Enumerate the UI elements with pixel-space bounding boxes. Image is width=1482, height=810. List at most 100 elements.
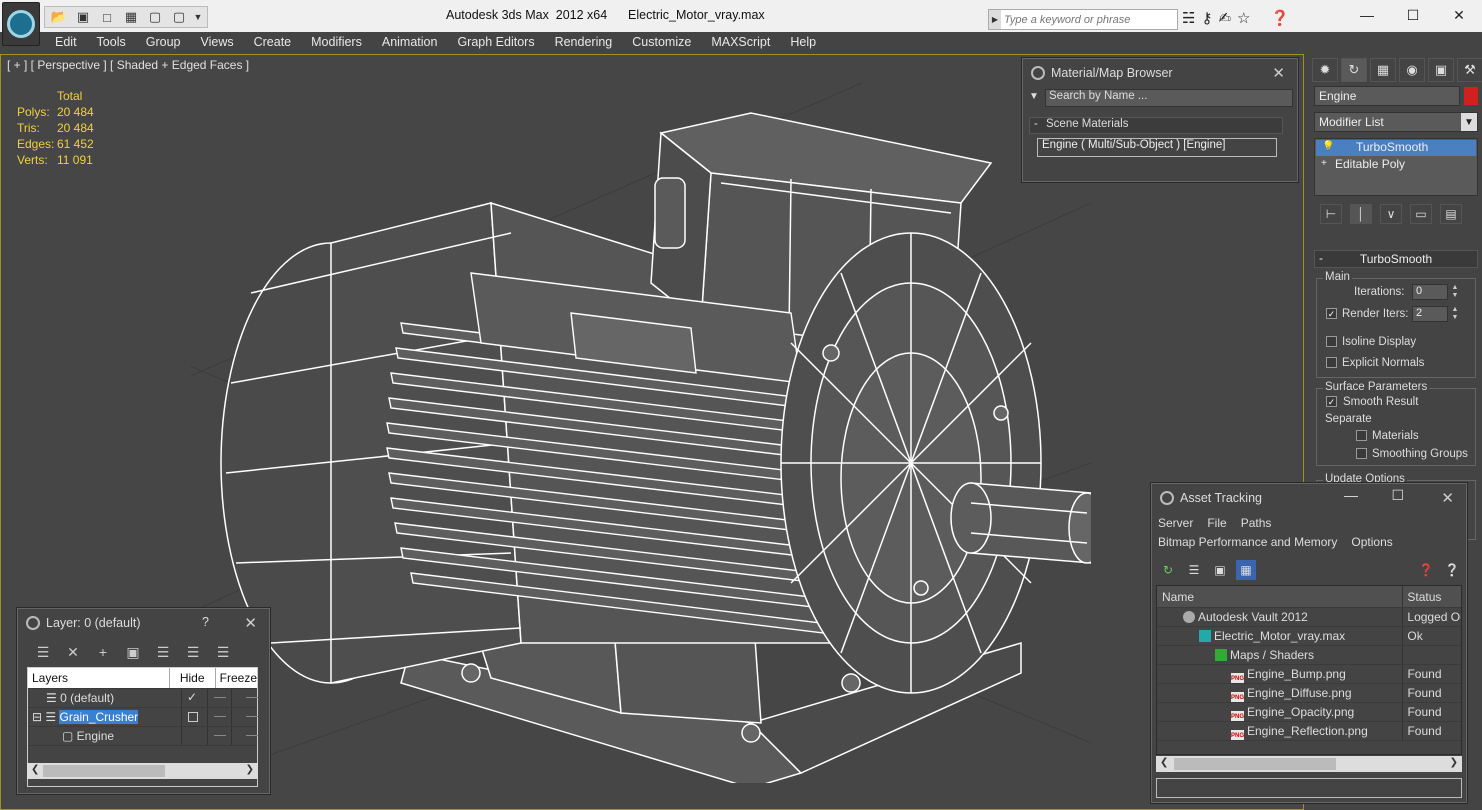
object-name-field[interactable]: Engine xyxy=(1314,86,1460,106)
refresh-icon[interactable]: ↻ xyxy=(1158,560,1178,580)
menu-bitmap-performance[interactable]: Bitmap Performance and Memory xyxy=(1158,535,1337,549)
menu-customize[interactable]: Customize xyxy=(621,32,700,54)
undo-icon[interactable]: ▢ xyxy=(144,8,166,26)
asset-tracking-titlebar[interactable]: Asset Tracking — ☐ ✕ xyxy=(1152,484,1466,512)
list-view-icon[interactable]: ☰ xyxy=(1184,560,1204,580)
menu-create[interactable]: Create xyxy=(243,32,301,54)
pin-stack-icon[interactable]: ⊢ xyxy=(1320,204,1342,224)
layer-row[interactable]: ☰ 0 (default) ✓ xyxy=(28,689,258,708)
delete-layer-icon[interactable]: ✕ xyxy=(62,643,84,661)
modifier-list-dropdown[interactable]: Modifier List ▼ xyxy=(1314,112,1478,132)
asset-row[interactable]: PNG Engine_Diffuse.png Found xyxy=(1157,684,1461,703)
current-layer-toggle[interactable]: ✓ xyxy=(182,689,208,707)
stack-item-editable-poly[interactable]: + Editable Poly xyxy=(1315,157,1477,173)
smooth-result-checkbox[interactable]: ✓ xyxy=(1326,396,1337,407)
dropdown-arrow-icon[interactable]: ▼ xyxy=(192,8,204,26)
expand-plus-icon[interactable]: + xyxy=(1321,158,1327,169)
menu-views[interactable]: Views xyxy=(189,32,242,54)
asset-path-field[interactable] xyxy=(1156,778,1462,798)
column-status-header[interactable]: Status xyxy=(1403,586,1461,607)
show-end-result-icon[interactable]: │ xyxy=(1350,204,1372,224)
help-icon[interactable]: ❓ xyxy=(1416,560,1436,580)
asset-row[interactable]: PNG Engine_Opacity.png Found xyxy=(1157,703,1461,722)
asset-row[interactable]: PNG Engine_Reflection.png Found xyxy=(1157,722,1461,741)
layer-horizontal-scrollbar[interactable]: ❮ ❯ xyxy=(27,763,258,779)
maximize-icon[interactable]: ☐ xyxy=(1391,487,1404,504)
help-button[interactable]: ? xyxy=(202,615,209,629)
spinner-arrows-icon[interactable]: ▲ ▼ xyxy=(1450,306,1460,322)
asset-row[interactable]: Electric_Motor_vray.max Ok xyxy=(1157,627,1461,646)
asset-row[interactable]: Autodesk Vault 2012 Logged Out xyxy=(1157,608,1461,627)
menu-modifiers[interactable]: Modifiers xyxy=(300,32,371,54)
menu-options[interactable]: Options xyxy=(1351,535,1392,549)
create-layer-icon[interactable]: ☰ xyxy=(32,643,54,661)
table-view-icon[interactable]: ▦ xyxy=(1236,560,1256,580)
scrollbar-thumb[interactable] xyxy=(1174,758,1336,770)
save-icon[interactable]: ▣ xyxy=(72,8,94,26)
context-help-icon[interactable]: ❔ xyxy=(1442,560,1462,580)
stack-item-turbosmooth[interactable]: 💡 TurboSmooth xyxy=(1316,140,1476,156)
menu-help[interactable]: Help xyxy=(779,32,825,54)
binoculars-icon[interactable]: ☵ xyxy=(1182,9,1195,27)
create-tab-icon[interactable]: ✹ xyxy=(1312,58,1338,82)
close-icon[interactable]: ✕ xyxy=(244,614,257,632)
column-hide-header[interactable]: Hide xyxy=(170,668,216,688)
scrollbar-thumb[interactable] xyxy=(43,765,165,777)
scroll-left-icon[interactable]: ❮ xyxy=(31,764,39,775)
scroll-right-icon[interactable]: ❯ xyxy=(246,764,254,775)
expand-arrow-icon[interactable]: ▶ xyxy=(989,10,1001,29)
hide-toggle[interactable] xyxy=(208,708,232,726)
column-layers-header[interactable]: Layers xyxy=(28,668,170,688)
asset-row[interactable]: Maps / Shaders xyxy=(1157,646,1461,665)
help-icon[interactable]: ❓ xyxy=(1270,9,1289,27)
isoline-display-checkbox[interactable] xyxy=(1326,336,1337,347)
make-unique-icon[interactable]: ∨ xyxy=(1380,204,1402,224)
lightbulb-icon[interactable]: 💡 xyxy=(1322,141,1334,152)
project-folder-icon[interactable]: ▦ xyxy=(120,8,142,26)
redo-icon[interactable]: ▢ xyxy=(168,8,190,26)
hierarchy-tab-icon[interactable]: ▦ xyxy=(1370,58,1396,82)
menu-group[interactable]: Group xyxy=(135,32,190,54)
viewport-label[interactable]: [ + ] [ Perspective ] [ Shaded + Edged F… xyxy=(7,58,249,72)
layer-row[interactable]: ⊟ ☰ Grain_Crusher xyxy=(28,708,258,727)
freeze-all-icon[interactable]: ☰ xyxy=(212,643,234,661)
render-iters-checkbox[interactable]: ✓ xyxy=(1326,308,1337,319)
asset-row[interactable]: PNG Engine_Bump.png Found xyxy=(1157,665,1461,684)
layer-row[interactable]: ▢ Engine xyxy=(28,727,258,746)
menu-file[interactable]: File xyxy=(1207,516,1226,530)
minimize-icon[interactable]: — xyxy=(1344,4,1390,26)
material-search-input[interactable]: Search by Name ... xyxy=(1045,89,1293,107)
render-iters-spinner[interactable]: 2 xyxy=(1412,306,1448,322)
menu-animation[interactable]: Animation xyxy=(371,32,447,54)
close-icon[interactable]: ✕ xyxy=(1441,489,1454,507)
column-freeze-header[interactable]: Freeze xyxy=(216,668,257,688)
configure-sets-icon[interactable]: ▤ xyxy=(1440,204,1462,224)
modify-tab-icon[interactable]: ↻ xyxy=(1341,58,1367,82)
menu-maxscript[interactable]: MAXScript xyxy=(700,32,779,54)
asset-horizontal-scrollbar[interactable]: ❮ ❯ xyxy=(1156,756,1462,772)
material-browser-titlebar[interactable]: Material/Map Browser ✕ xyxy=(1023,59,1297,87)
highlight-layer-icon[interactable]: ☰ xyxy=(152,643,174,661)
select-objects-icon[interactable]: ▣ xyxy=(122,643,144,661)
iterations-spinner[interactable]: 0 xyxy=(1412,284,1448,300)
utilities-tab-icon[interactable]: ⚒ xyxy=(1457,58,1482,82)
object-color-swatch[interactable] xyxy=(1464,87,1478,105)
close-icon[interactable]: ✕ xyxy=(1436,4,1482,26)
freeze-toggle[interactable] xyxy=(232,689,258,707)
menu-paths[interactable]: Paths xyxy=(1241,516,1272,530)
communication-icon[interactable]: ✍ xyxy=(1218,9,1231,27)
scene-materials-header[interactable]: - Scene Materials xyxy=(1029,117,1283,134)
menu-server[interactable]: Server xyxy=(1158,516,1193,530)
smoothing-groups-checkbox[interactable] xyxy=(1356,448,1367,459)
motion-tab-icon[interactable]: ◉ xyxy=(1399,58,1425,82)
menu-graph-editors[interactable]: Graph Editors xyxy=(446,32,543,54)
menu-rendering[interactable]: Rendering xyxy=(544,32,622,54)
electric-motor-model[interactable] xyxy=(191,83,1091,783)
menu-edit[interactable]: Edit xyxy=(44,32,86,54)
display-tab-icon[interactable]: ▣ xyxy=(1428,58,1454,82)
minimize-icon[interactable]: — xyxy=(1344,487,1358,503)
add-to-layer-icon[interactable]: + xyxy=(92,643,114,661)
hide-all-icon[interactable]: ☰ xyxy=(182,643,204,661)
new-file-icon[interactable]: □ xyxy=(96,8,118,26)
star-icon[interactable]: ☆ xyxy=(1237,9,1250,27)
